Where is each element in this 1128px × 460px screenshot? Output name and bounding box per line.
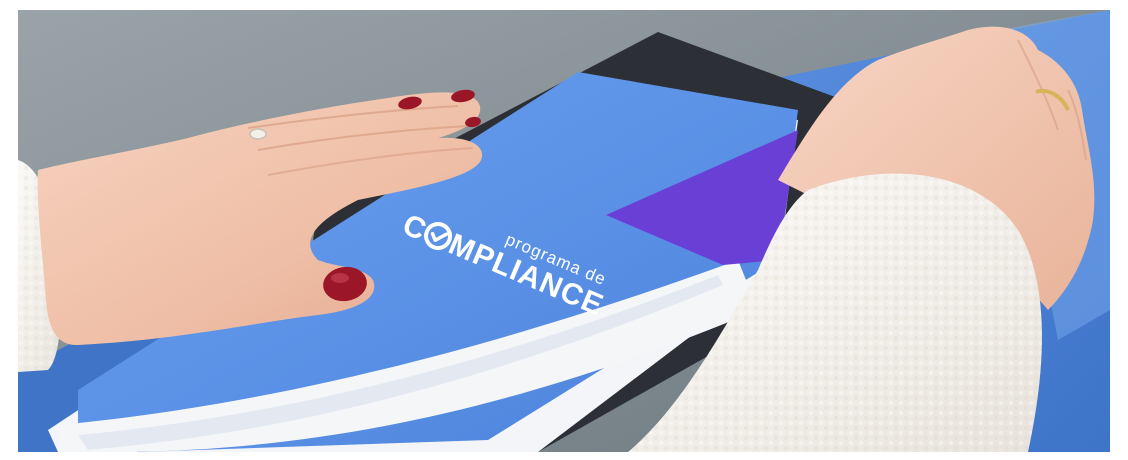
- image-frame: programa de C MPLIANCE: [0, 0, 1128, 460]
- ring: [249, 128, 267, 140]
- photo-scene: programa de C MPLIANCE: [18, 10, 1110, 452]
- photo: programa de C MPLIANCE: [18, 10, 1110, 452]
